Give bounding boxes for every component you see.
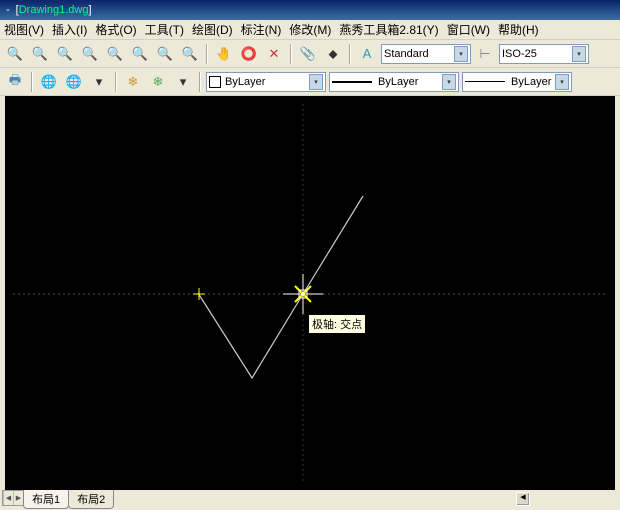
color-value: ByLayer <box>225 76 265 88</box>
tab-layout2[interactable]: 布局2 <box>68 490 114 509</box>
layer-tool2-icon[interactable]: ❄ <box>147 71 169 93</box>
text-style-value: Standard <box>384 48 429 60</box>
separator <box>206 44 208 64</box>
zoom-all-icon[interactable]: 🔍 <box>154 43 176 65</box>
layout-tab-strip: ◀ ▶ 布局1 布局2 ◀ <box>0 490 620 510</box>
refedit-icon[interactable]: ⬥ <box>322 43 344 65</box>
zoom-extents-icon[interactable]: 🔍 <box>179 43 201 65</box>
lineweight-combo[interactable]: ByLayer ▾ <box>462 72 572 92</box>
view3d-icon[interactable]: 🌐 <box>63 71 85 93</box>
menu-insert[interactable]: 插入(I) <box>52 21 87 38</box>
toolbar-row-2: 🖶 🌐 🌐 ▾ ❄ ❄ ▾ ByLayer ▾ ByLayer ▾ ByLaye… <box>0 68 620 96</box>
hscroll-thumb[interactable]: ◀ <box>516 492 530 506</box>
separator <box>290 44 292 64</box>
orbit-icon[interactable]: ⭕ <box>238 43 260 65</box>
toolbar-row-1: 🔍 🔍 🔍 🔍 🔍 🔍 🔍 🔍 🤚 ⭕ ✕ 📎 ⬥ A Standard ▾ ⊢… <box>0 40 620 68</box>
title-rbracket: ] <box>88 4 91 16</box>
menu-view[interactable]: 视图(V) <box>4 21 44 38</box>
dim-icon[interactable]: ⊢ <box>474 43 496 65</box>
arrow-right-icon[interactable]: ▶ <box>13 491 23 505</box>
zoom-in-icon[interactable]: 🔍 <box>104 43 126 65</box>
lineweight-value: ByLayer <box>511 76 551 88</box>
color-swatch-icon <box>209 76 221 88</box>
arrow-left-icon: ◀ <box>517 493 529 501</box>
tab-scroll-arrows[interactable]: ◀ ▶ <box>2 490 24 506</box>
separator <box>349 44 351 64</box>
menu-plugin[interactable]: 燕秀工具箱2.81(Y) <box>339 21 438 38</box>
chevron-down-icon[interactable]: ▾ <box>572 46 586 62</box>
dim-style-combo[interactable]: ISO-25 ▾ <box>499 44 589 64</box>
drawn-polyline <box>198 196 363 378</box>
menu-modify[interactable]: 修改(M) <box>289 21 331 38</box>
separator <box>199 72 201 92</box>
menu-help[interactable]: 帮助(H) <box>498 21 539 38</box>
chevron-down-icon[interactable]: ▾ <box>442 74 456 90</box>
color-combo[interactable]: ByLayer ▾ <box>206 72 326 92</box>
document-name: Drawing1.dwg <box>19 4 89 16</box>
title-dash: - <box>6 4 10 16</box>
zoom-out-icon[interactable]: 🔍 <box>129 43 151 65</box>
linetype-combo[interactable]: ByLayer ▾ <box>329 72 459 92</box>
zoom-center-icon[interactable]: 🔍 <box>79 43 101 65</box>
menu-draw[interactable]: 绘图(D) <box>192 21 233 38</box>
dropdown-icon[interactable]: ▾ <box>172 71 194 93</box>
drawing-svg <box>5 96 615 490</box>
tab-layout1[interactable]: 布局1 <box>23 490 69 509</box>
separator <box>31 72 33 92</box>
linetype-value: ByLayer <box>378 76 418 88</box>
regen-icon[interactable]: ✕ <box>263 43 285 65</box>
lineweight-preview-icon <box>465 81 505 82</box>
menu-dim[interactable]: 标注(N) <box>241 21 282 38</box>
print-icon[interactable]: 🖶 <box>4 71 26 93</box>
zoom-realtime-icon[interactable]: 🔍 <box>4 43 26 65</box>
chevron-down-icon[interactable]: ▾ <box>454 46 468 62</box>
menu-tools[interactable]: 工具(T) <box>145 21 184 38</box>
text-style-combo[interactable]: Standard ▾ <box>381 44 471 64</box>
zoom-window-icon[interactable]: 🔍 <box>29 43 51 65</box>
drawing-canvas[interactable]: 极轴: 交点 <box>5 96 615 490</box>
xref-icon[interactable]: 📎 <box>297 43 319 65</box>
properties-icon[interactable]: A <box>356 43 378 65</box>
title-bar: - [ Drawing1.dwg ] <box>0 0 620 20</box>
linetype-preview-icon <box>332 81 372 83</box>
pan-icon[interactable]: 🤚 <box>213 43 235 65</box>
separator <box>115 72 117 92</box>
zoom-scale-icon[interactable]: 🔍 <box>54 43 76 65</box>
menu-window[interactable]: 窗口(W) <box>447 21 490 38</box>
orbit3d-icon[interactable]: 🌐 <box>38 71 60 93</box>
arrow-left-icon[interactable]: ◀ <box>3 491 13 505</box>
chevron-down-icon[interactable]: ▾ <box>309 74 323 90</box>
menu-format[interactable]: 格式(O) <box>95 21 136 38</box>
dim-style-value: ISO-25 <box>502 48 537 60</box>
layer-tool-icon[interactable]: ❄ <box>122 71 144 93</box>
menu-bar: 视图(V) 插入(I) 格式(O) 工具(T) 绘图(D) 标注(N) 修改(M… <box>0 20 620 40</box>
chevron-down-icon[interactable]: ▾ <box>555 74 569 90</box>
osnap-tooltip: 极轴: 交点 <box>308 314 366 334</box>
dropdown-icon[interactable]: ▾ <box>88 71 110 93</box>
